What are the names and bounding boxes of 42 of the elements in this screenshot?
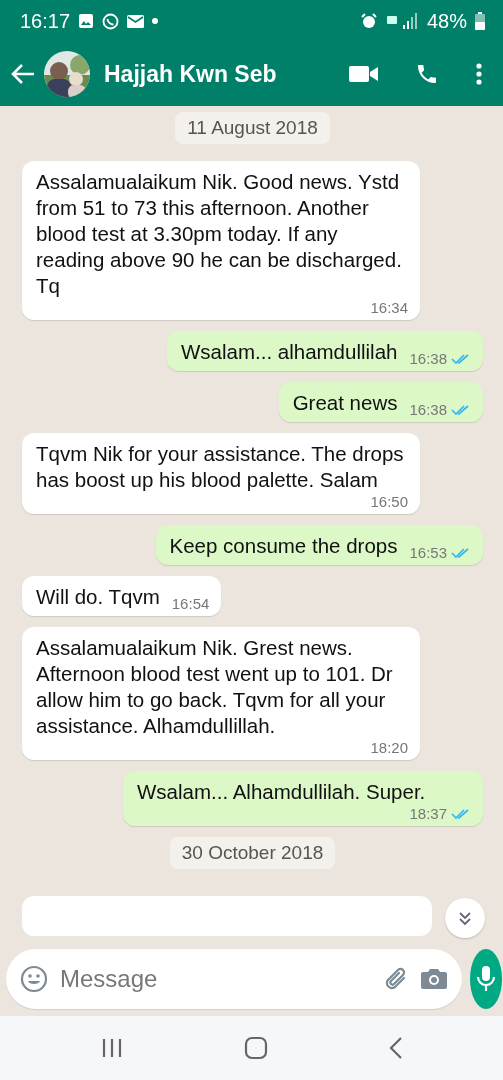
message-time: 16:38 — [409, 350, 447, 367]
menu-icon — [475, 62, 483, 86]
phone-icon — [415, 62, 439, 86]
double-chevron-icon — [457, 910, 473, 926]
message-field[interactable]: Message — [6, 949, 462, 1009]
signal-icon — [384, 12, 419, 30]
message-time: 16:38 — [409, 401, 447, 418]
dot-icon — [152, 18, 159, 24]
battery-icon — [475, 12, 485, 30]
message-text: Wsalam... Alhamdullilah. Super. — [137, 779, 427, 805]
message-time: 16:50 — [370, 493, 408, 510]
battery-percentage: 48% — [426, 9, 467, 33]
message-time: 16:53 — [409, 544, 447, 561]
message-time: 16:34 — [370, 299, 408, 316]
microphone-button[interactable] — [470, 949, 502, 1009]
contact-name: Hajjah Kwn Seb — [104, 60, 278, 88]
home-icon — [243, 1036, 268, 1060]
camera-icon[interactable] — [420, 967, 448, 991]
message-text: Wsalam... alhamdullilah — [180, 339, 398, 365]
video-camera-icon — [349, 64, 379, 84]
date-chip: 11 August 2018 — [175, 112, 330, 144]
alarm-icon — [360, 13, 377, 29]
back-arrow-icon — [10, 62, 36, 86]
message-text: Assalamualaikum Nik. Good news. Ystd from 51 to 73 this afternoon. Another blood test at 3.30pm today. If any reading above 90 he can be discharged. Tq — [36, 169, 403, 299]
recent-apps-icon — [100, 1038, 123, 1058]
emoji-icon[interactable] — [20, 965, 48, 993]
chat-bubble-icon — [102, 12, 120, 30]
microphone-icon — [476, 965, 496, 993]
message-text: Keep consume the drops — [169, 533, 398, 559]
message-time: 18:37 — [409, 805, 447, 822]
status-time: 16:17 — [20, 9, 71, 33]
back-icon — [388, 1036, 403, 1060]
message-text: Will do. Tqvm — [36, 584, 160, 610]
message-time: 18:20 — [370, 739, 408, 756]
mail-icon — [127, 14, 145, 28]
message-text: Assalamualaikum Nik. Grest news. Afternoon blood test went up to 101. Dr allow him to go back. Tqvm for all your assistance. Alhamdullillah. — [36, 635, 394, 739]
message-text: Tqvm Nik for your assistance. The drops has boost up his blood palette. Salam — [36, 441, 405, 493]
message-text: Great news — [292, 390, 398, 416]
scroll-down-button[interactable] — [445, 898, 485, 938]
gallery-icon — [78, 13, 95, 29]
message-time: 16:54 — [171, 595, 210, 612]
date-chip: 30 October 2018 — [169, 837, 336, 869]
